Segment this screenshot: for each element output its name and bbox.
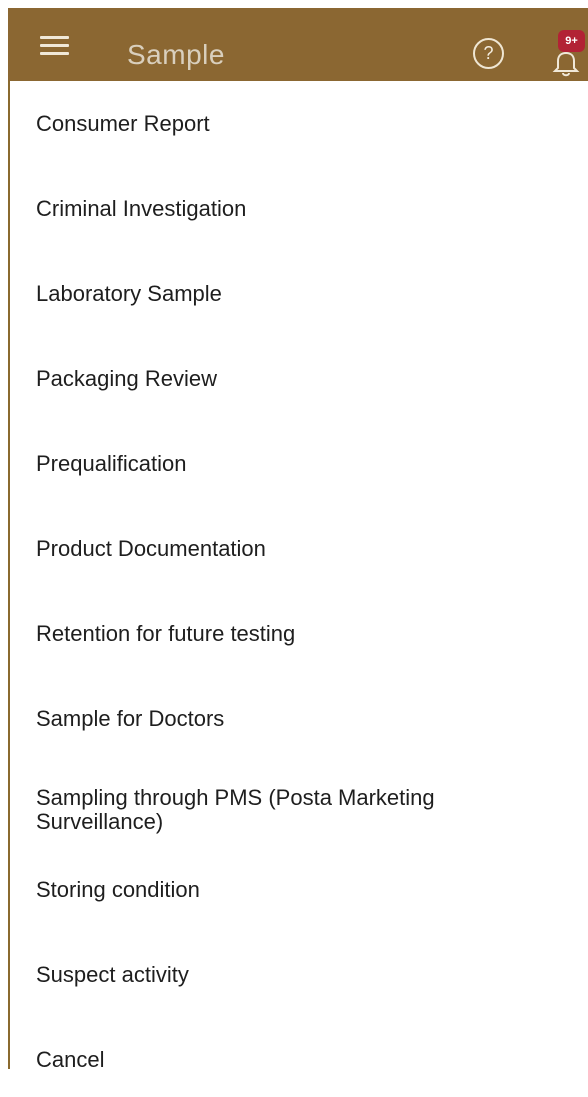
list-item-label: Consumer Report (36, 111, 210, 136)
list-item-label: Retention for future testing (36, 621, 296, 646)
list-item-label: Product Documentation (36, 536, 266, 561)
notification-button[interactable]: 9+ (549, 30, 588, 80)
list-item[interactable]: Suspect activity (10, 932, 588, 1012)
sample-type-screen: Sample ? 9+ Consumer Report Criminal Inv… (0, 0, 588, 1097)
list-item[interactable]: Retention for future testing (10, 591, 588, 671)
list-item[interactable]: Product Documentation (10, 506, 588, 586)
list-item-label: Cancel (36, 1047, 105, 1072)
list-item[interactable]: Prequalification (10, 421, 588, 501)
list-item[interactable]: Laboratory Sample (10, 251, 588, 331)
list-item[interactable]: Packaging Review (10, 336, 588, 416)
list-item-label: Packaging Review (36, 366, 217, 391)
list-item-label: Criminal Investigation (36, 196, 247, 221)
list-item[interactable]: Criminal Investigation (10, 166, 588, 246)
help-icon-glyph: ? (483, 43, 494, 63)
list-item-label: Laboratory Sample (36, 281, 222, 306)
hamburger-menu-icon[interactable] (38, 32, 72, 58)
list-item-label: Storing condition (36, 877, 200, 902)
help-icon[interactable]: ? (473, 38, 504, 69)
page-title: Sample (127, 39, 225, 70)
list-item[interactable]: Cancel (10, 1017, 588, 1097)
list-item-label: Suspect activity (36, 962, 189, 987)
list-item-label: Prequalification (36, 451, 187, 476)
app-bar: Sample ? 9+ (8, 8, 588, 81)
list-item-label: Sample for Doctors (36, 706, 225, 731)
list-item[interactable]: Sample for Doctors (10, 676, 588, 756)
list-item-label: Sampling through PMS (Posta Marketing Su… (36, 785, 435, 834)
notification-badge: 9+ (558, 30, 585, 52)
list-item[interactable]: Storing condition (10, 847, 588, 927)
list-item[interactable]: Consumer Report (10, 81, 588, 161)
